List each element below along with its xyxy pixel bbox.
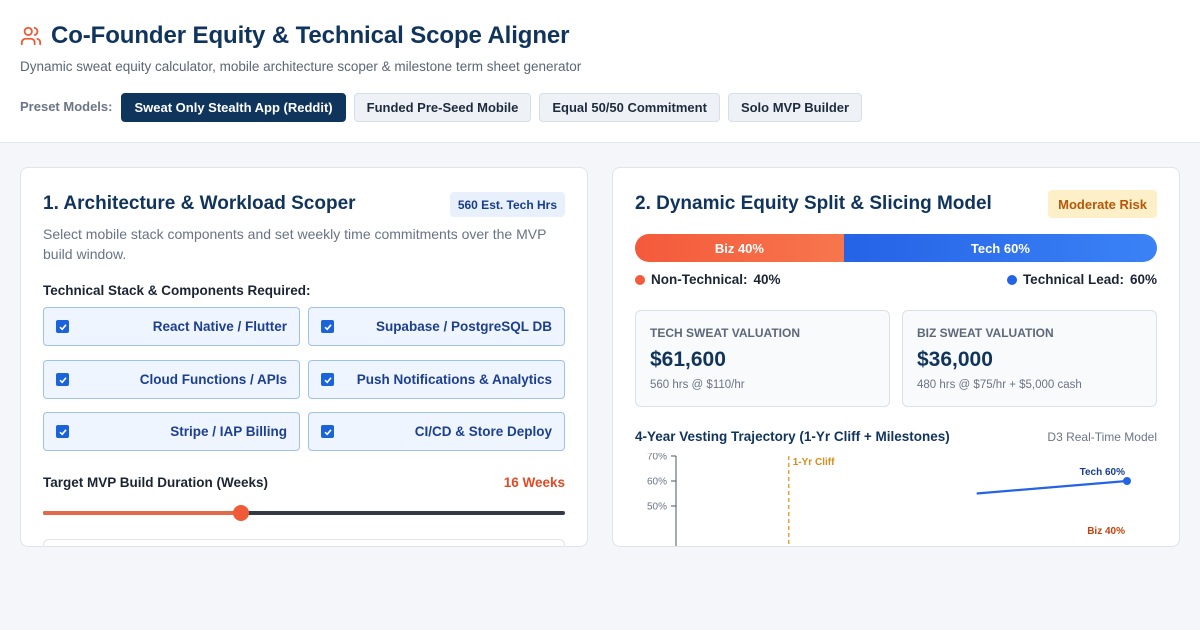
equity-title: 2. Dynamic Equity Split & Slicing Model: [635, 193, 992, 214]
title-row: Co-Founder Equity & Technical Scope Alig…: [20, 22, 570, 50]
page-subtitle: Dynamic sweat equity calculator, mobile …: [20, 59, 582, 74]
preset-equal-50-50-button[interactable]: Equal 50/50 Commitment: [539, 93, 720, 122]
y-tick-label: 70%: [647, 453, 667, 463]
duration-label: Target MVP Build Duration (Weeks): [43, 475, 269, 490]
checkbox-checked-icon[interactable]: [56, 320, 69, 333]
slider-thumb[interactable]: [233, 505, 250, 521]
tech-series-line: [976, 479, 1128, 495]
vesting-model-tag: D3 Real-Time Model: [1047, 430, 1157, 444]
risk-badge: Moderate Risk: [1048, 190, 1157, 218]
next-section-card: [43, 539, 565, 546]
y-tick-label: 60%: [647, 477, 667, 488]
legend-non-technical-label: Non-Technical:: [651, 272, 748, 287]
vesting-title: 4-Year Vesting Trajectory (1-Yr Cliff + …: [635, 429, 950, 444]
biz-valuation-card: Biz Sweat Valuation $36,000 480 hrs @ $7…: [902, 310, 1157, 407]
legend-non-technical: Non-Technical: 40%: [635, 272, 781, 287]
preset-funded-pre-seed-button[interactable]: Funded Pre-Seed Mobile: [353, 93, 532, 122]
component-label: Push Notifications & Analytics: [356, 372, 552, 387]
preset-sweat-only-stealth-button[interactable]: Sweat Only Stealth App (Reddit): [121, 93, 346, 122]
component-label: CI/CD & Store Deploy: [414, 424, 552, 439]
page-title: Co-Founder Equity & Technical Scope Alig…: [51, 22, 570, 49]
preset-solo-mvp-button[interactable]: Solo MVP Builder: [727, 93, 863, 122]
component-push-notifications[interactable]: Push Notifications & Analytics: [308, 360, 565, 399]
component-supabase[interactable]: Supabase / PostgreSQL DB: [308, 307, 565, 346]
checkbox-checked-icon[interactable]: [321, 373, 334, 386]
tech-valuation-detail: 560 hrs @ $110/hr: [650, 379, 745, 391]
tech-hours-badge: 560 Est. Tech Hrs: [449, 192, 565, 217]
app-header: Co-Founder Equity & Technical Scope Alig…: [0, 0, 1200, 143]
architecture-scoper-panel: 1. Architecture & Workload Scoper 560 Es…: [20, 167, 588, 547]
tech-valuation-value: $61,600: [650, 348, 726, 371]
equity-split-bar: Biz 40% Tech 60%: [635, 234, 1157, 262]
duration-value: 16 Weeks: [503, 475, 565, 490]
tech-endpoint: [1123, 477, 1131, 485]
duration-slider[interactable]: [43, 503, 565, 523]
stack-components-label: Technical Stack & Components Required:: [43, 283, 311, 298]
slider-fill: [43, 511, 242, 515]
checkbox-checked-icon[interactable]: [56, 373, 69, 386]
users-icon: [20, 26, 42, 46]
biz-dot-icon: [635, 274, 645, 285]
component-label: React Native / Flutter: [152, 319, 287, 334]
legend-non-technical-pct: 40%: [753, 272, 781, 287]
preset-models-label: Preset Models:: [20, 99, 113, 114]
biz-valuation-title: Biz Sweat Valuation: [917, 326, 1054, 340]
tech-series-label: Tech 60%: [1080, 467, 1125, 478]
cliff-label: 1-Yr Cliff: [793, 457, 835, 468]
preset-models-bar: Preset Models: Sweat Only Stealth App (R…: [20, 93, 870, 122]
checkbox-checked-icon[interactable]: [56, 425, 69, 438]
component-label: Supabase / PostgreSQL DB: [375, 319, 552, 334]
equity-split-panel: 2. Dynamic Equity Split & Slicing Model …: [612, 167, 1180, 547]
legend-technical-lead-pct: 60%: [1129, 272, 1157, 287]
tech-valuation-card: Tech Sweat Valuation $61,600 560 hrs @ $…: [635, 310, 890, 407]
biz-valuation-detail: 480 hrs @ $75/hr + $5,000 cash: [917, 379, 1082, 391]
split-legend: Non-Technical: 40% Technical Lead: 60%: [635, 272, 1157, 290]
scoper-description: Select mobile stack components and set w…: [43, 226, 547, 262]
vesting-chart: 70% 60% 50% 1-Yr Cliff Tech 60% Biz 40%: [647, 453, 1131, 546]
legend-technical-lead: Technical Lead: 60%: [1006, 272, 1157, 287]
biz-series-label: Biz 40%: [1087, 526, 1125, 537]
tech-segment: Tech 60%: [843, 234, 1157, 262]
biz-valuation-value: $36,000: [917, 348, 993, 371]
legend-technical-lead-label: Technical Lead:: [1022, 272, 1124, 287]
y-tick-label: 50%: [647, 502, 667, 513]
checkbox-checked-icon[interactable]: [321, 425, 334, 438]
scoper-title: 1. Architecture & Workload Scoper: [43, 193, 356, 214]
component-label: Stripe / IAP Billing: [170, 424, 287, 439]
biz-segment: Biz 40%: [635, 234, 844, 262]
component-react-native[interactable]: React Native / Flutter: [43, 307, 300, 346]
tech-dot-icon: [1006, 274, 1017, 285]
component-ci-cd-deploy[interactable]: CI/CD & Store Deploy: [308, 412, 565, 451]
tech-valuation-title: Tech Sweat Valuation: [650, 326, 800, 340]
component-cloud-functions[interactable]: Cloud Functions / APIs: [43, 360, 300, 399]
component-label: Cloud Functions / APIs: [139, 372, 287, 387]
checkbox-checked-icon[interactable]: [321, 320, 334, 333]
component-stripe-billing[interactable]: Stripe / IAP Billing: [43, 412, 300, 451]
